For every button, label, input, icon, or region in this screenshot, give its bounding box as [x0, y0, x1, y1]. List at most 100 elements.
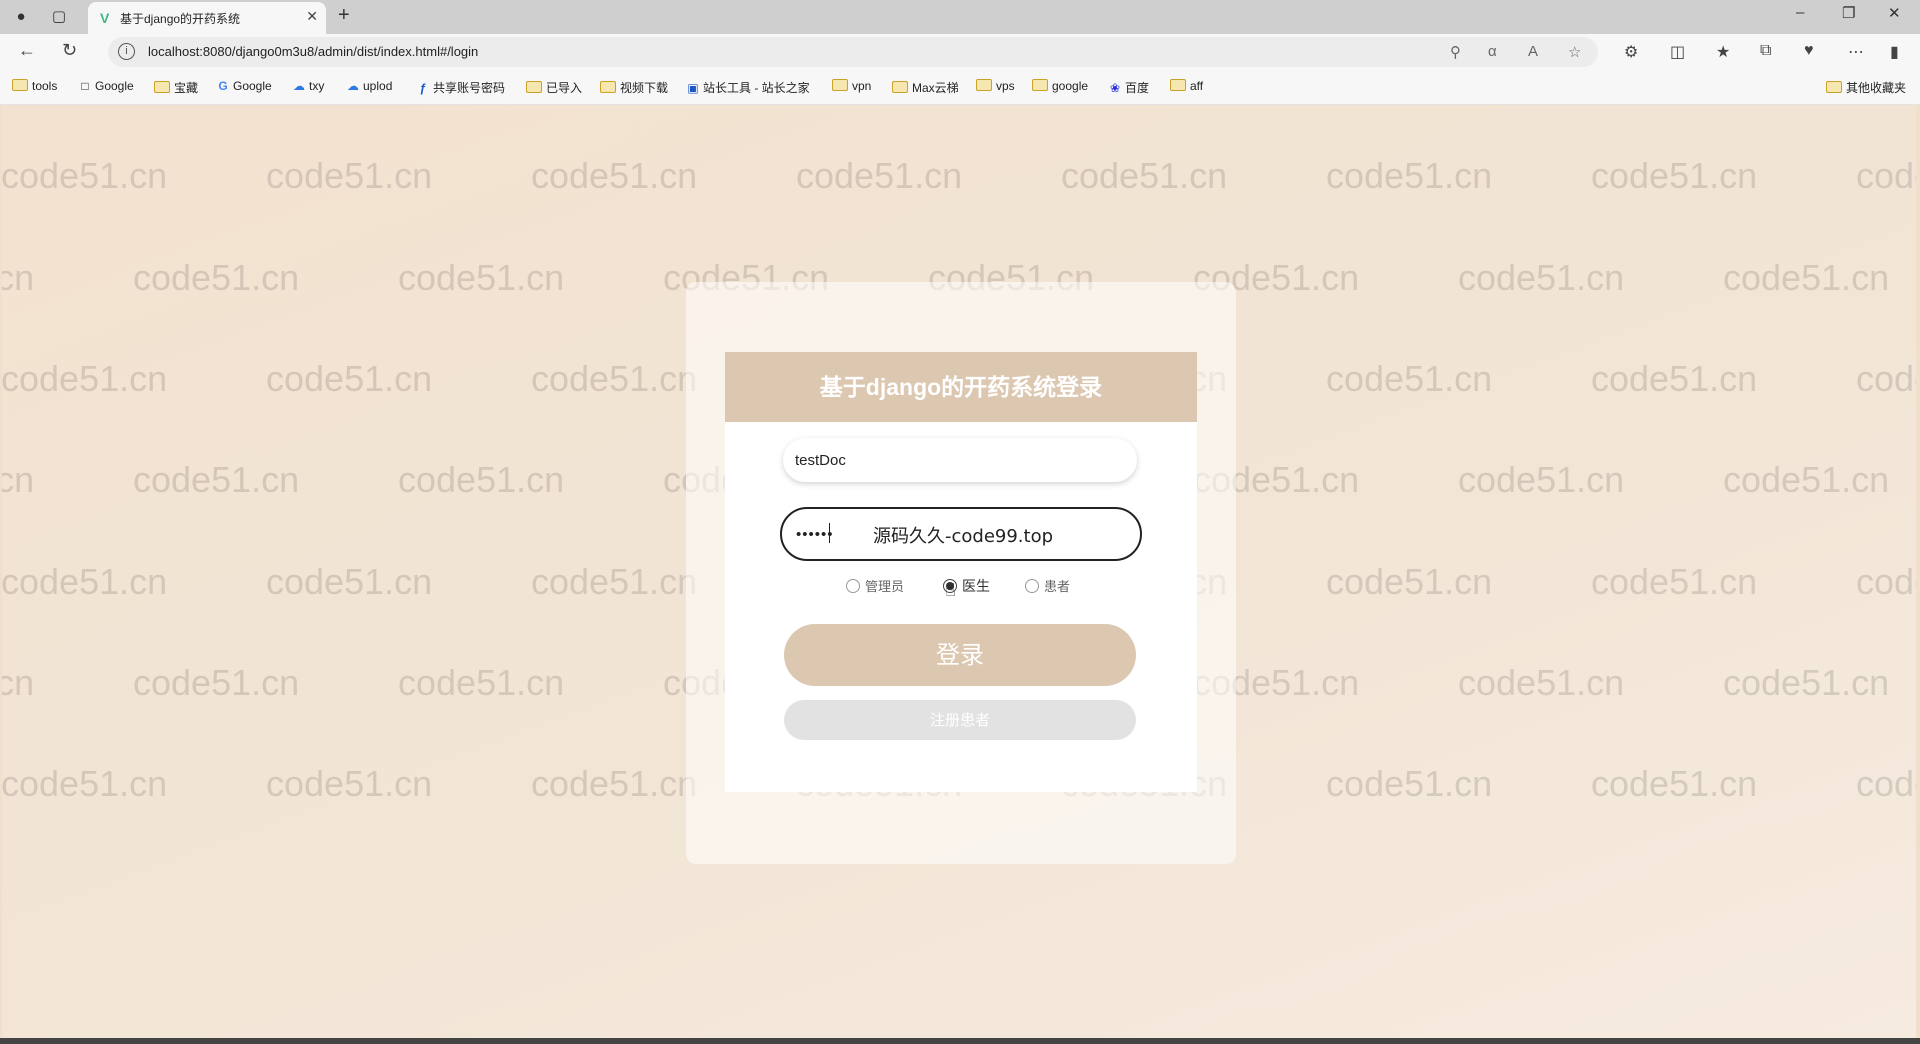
watermark-text: code51.cn: [531, 763, 698, 804]
watermark-text: code51.cn: [796, 155, 963, 196]
browser-nav-bar: ← ↻ i localhost:8080/django0m3u8/admin/d…: [0, 34, 1920, 70]
watermark-text: code51.cn: [1591, 358, 1758, 399]
watermark-text: code51.cn: [398, 257, 565, 298]
watermark-text: code51.cn: [1856, 358, 1916, 399]
bookmark-item[interactable]: vps: [976, 79, 1015, 93]
folder-icon: [1170, 79, 1186, 91]
favorite-star-icon[interactable]: ☆: [1568, 43, 1581, 61]
role-radio-admin[interactable]: 管理员: [846, 576, 904, 596]
watermark-text: code51.cn: [1856, 561, 1916, 602]
back-icon[interactable]: ←: [18, 40, 36, 61]
collections-icon[interactable]: ⧉: [1760, 42, 1771, 60]
watermark-text: code51.cn: [1723, 662, 1890, 703]
watermark-text: code51.cn: [398, 459, 565, 500]
login-button[interactable]: 登录: [784, 624, 1136, 686]
tab-close-icon[interactable]: ✕: [306, 8, 318, 25]
extensions-icon[interactable]: ⚙: [1624, 42, 1638, 62]
watermark-text: code51.cn: [133, 459, 300, 500]
site-info-icon[interactable]: i: [118, 43, 135, 60]
baidu-icon: ❀: [1109, 81, 1121, 95]
watermark-text: code51.cn: [266, 763, 433, 804]
watermark-text: code51.cn: [2, 459, 35, 500]
bookmark-item[interactable]: G Google: [216, 79, 271, 93]
url-text[interactable]: localhost:8080/django0m3u8/admin/dist/in…: [148, 44, 478, 59]
watermark-text: code51.cn: [531, 358, 698, 399]
folder-icon: [12, 79, 28, 91]
sidebar-toggle-icon[interactable]: ▮: [1890, 42, 1899, 62]
bookmark-item[interactable]: vpn: [832, 79, 871, 93]
watermark-text: code51.cn: [1723, 257, 1890, 298]
browser-tab-bar: ● ▢ V 基于django的开药系统 ✕ + – ❐ ✕: [0, 0, 1920, 34]
register-patient-button[interactable]: 注册患者: [784, 700, 1136, 740]
role-radio-patient[interactable]: 患者: [1025, 576, 1070, 596]
bookmark-item[interactable]: ☁ uplod: [346, 79, 392, 93]
watermark-text: code51.cn: [1723, 459, 1890, 500]
watermark-text: code51.cn: [531, 561, 698, 602]
google-icon: G: [218, 79, 228, 93]
bookmark-item[interactable]: 宝藏: [154, 79, 198, 96]
watermark-text: code51.cn: [266, 358, 433, 399]
watermark-text: code51.cn: [266, 155, 433, 196]
watermark-text: code51.cn: [2, 662, 35, 703]
watermark-text: code51.cn: [1458, 459, 1625, 500]
login-page: code51.cn code51.cn code51.cn code51.cn code…: [2, 105, 1916, 1038]
bookmarks-bar: tools □ Google 宝藏 G Google ☁ txy ☁ uplod ƒ 共享…: [0, 70, 1920, 105]
bookmark-item[interactable]: google: [1032, 79, 1088, 93]
favorites-icon[interactable]: ★: [1716, 42, 1730, 62]
bookmark-item[interactable]: □ Google: [78, 79, 133, 93]
bookmark-item[interactable]: Max云梯: [892, 79, 959, 96]
radio-icon[interactable]: [1025, 579, 1039, 593]
browser-essentials-icon[interactable]: ♥: [1804, 42, 1814, 60]
watermark-text: code51.cn: [1326, 358, 1493, 399]
new-tab-icon[interactable]: +: [338, 4, 350, 27]
bookmark-item[interactable]: ƒ 共享账号密码: [416, 79, 505, 96]
bookmark-item[interactable]: 已导入: [526, 79, 582, 96]
username-input[interactable]: [783, 438, 1137, 482]
other-bookmarks[interactable]: 其他收藏夹: [1826, 79, 1906, 96]
watermark-text: code51.cn: [531, 155, 698, 196]
folder-icon: [600, 81, 616, 93]
bookmark-item[interactable]: 视频下载: [600, 79, 668, 96]
folder-icon: [526, 81, 542, 93]
watermark-text: code51.cn: [1591, 561, 1758, 602]
login-header: 基于django的开药系统登录: [725, 352, 1197, 422]
reload-icon[interactable]: ↻: [62, 40, 77, 61]
folder-icon: [832, 79, 848, 91]
site-icon: ▣: [687, 81, 699, 95]
bookmark-item[interactable]: aff: [1170, 79, 1203, 93]
watermark-text: code51.cn: [1591, 155, 1758, 196]
page-icon: □: [81, 79, 89, 93]
key-icon[interactable]: ⚲: [1450, 43, 1461, 61]
taskbar-strip: [0, 1038, 1920, 1044]
split-screen-icon[interactable]: ◫: [1670, 42, 1685, 62]
tab-title: 基于django的开药系统: [120, 12, 241, 26]
watermark-text: code51.cn: [1856, 155, 1916, 196]
minimize-icon[interactable]: –: [1796, 4, 1804, 21]
overlay-watermark-text: 源码久久-code99.top: [873, 526, 1054, 547]
profile-icon[interactable]: ●: [10, 6, 32, 28]
watermark-text: code51.cn: [1458, 257, 1625, 298]
radio-icon[interactable]: [846, 579, 860, 593]
folder-icon: [1826, 81, 1842, 93]
watermark-text: code51.cn: [133, 257, 300, 298]
bookmark-item[interactable]: ▣ 站长工具 - 站长之家: [686, 79, 809, 96]
more-menu-icon[interactable]: ⋯: [1848, 42, 1864, 62]
watermark-text: code51.cn: [2, 257, 35, 298]
close-window-icon[interactable]: ✕: [1888, 4, 1901, 22]
bookmark-item[interactable]: ☁ txy: [292, 79, 324, 93]
translate-icon[interactable]: α: [1488, 43, 1497, 60]
bookmark-item[interactable]: tools: [12, 79, 57, 93]
tab-actions-icon[interactable]: ▢: [48, 6, 70, 28]
browser-tab[interactable]: V 基于django的开药系统 ✕: [88, 2, 326, 34]
login-title: 基于django的开药系统登录: [819, 374, 1103, 400]
watermark-text: code51.cn: [1591, 763, 1758, 804]
link-icon: ƒ: [419, 81, 427, 95]
watermark-text: code51.cn: [133, 662, 300, 703]
address-bar[interactable]: i localhost:8080/django0m3u8/admin/dist/…: [108, 37, 1598, 67]
bookmark-item[interactable]: ❀ 百度: [1108, 79, 1149, 96]
cloud-icon: ☁: [293, 79, 305, 93]
restore-icon[interactable]: ❐: [1842, 4, 1855, 22]
read-aloud-icon[interactable]: A: [1528, 43, 1538, 60]
folder-icon: [976, 79, 992, 91]
watermark-text: code51.cn: [266, 561, 433, 602]
